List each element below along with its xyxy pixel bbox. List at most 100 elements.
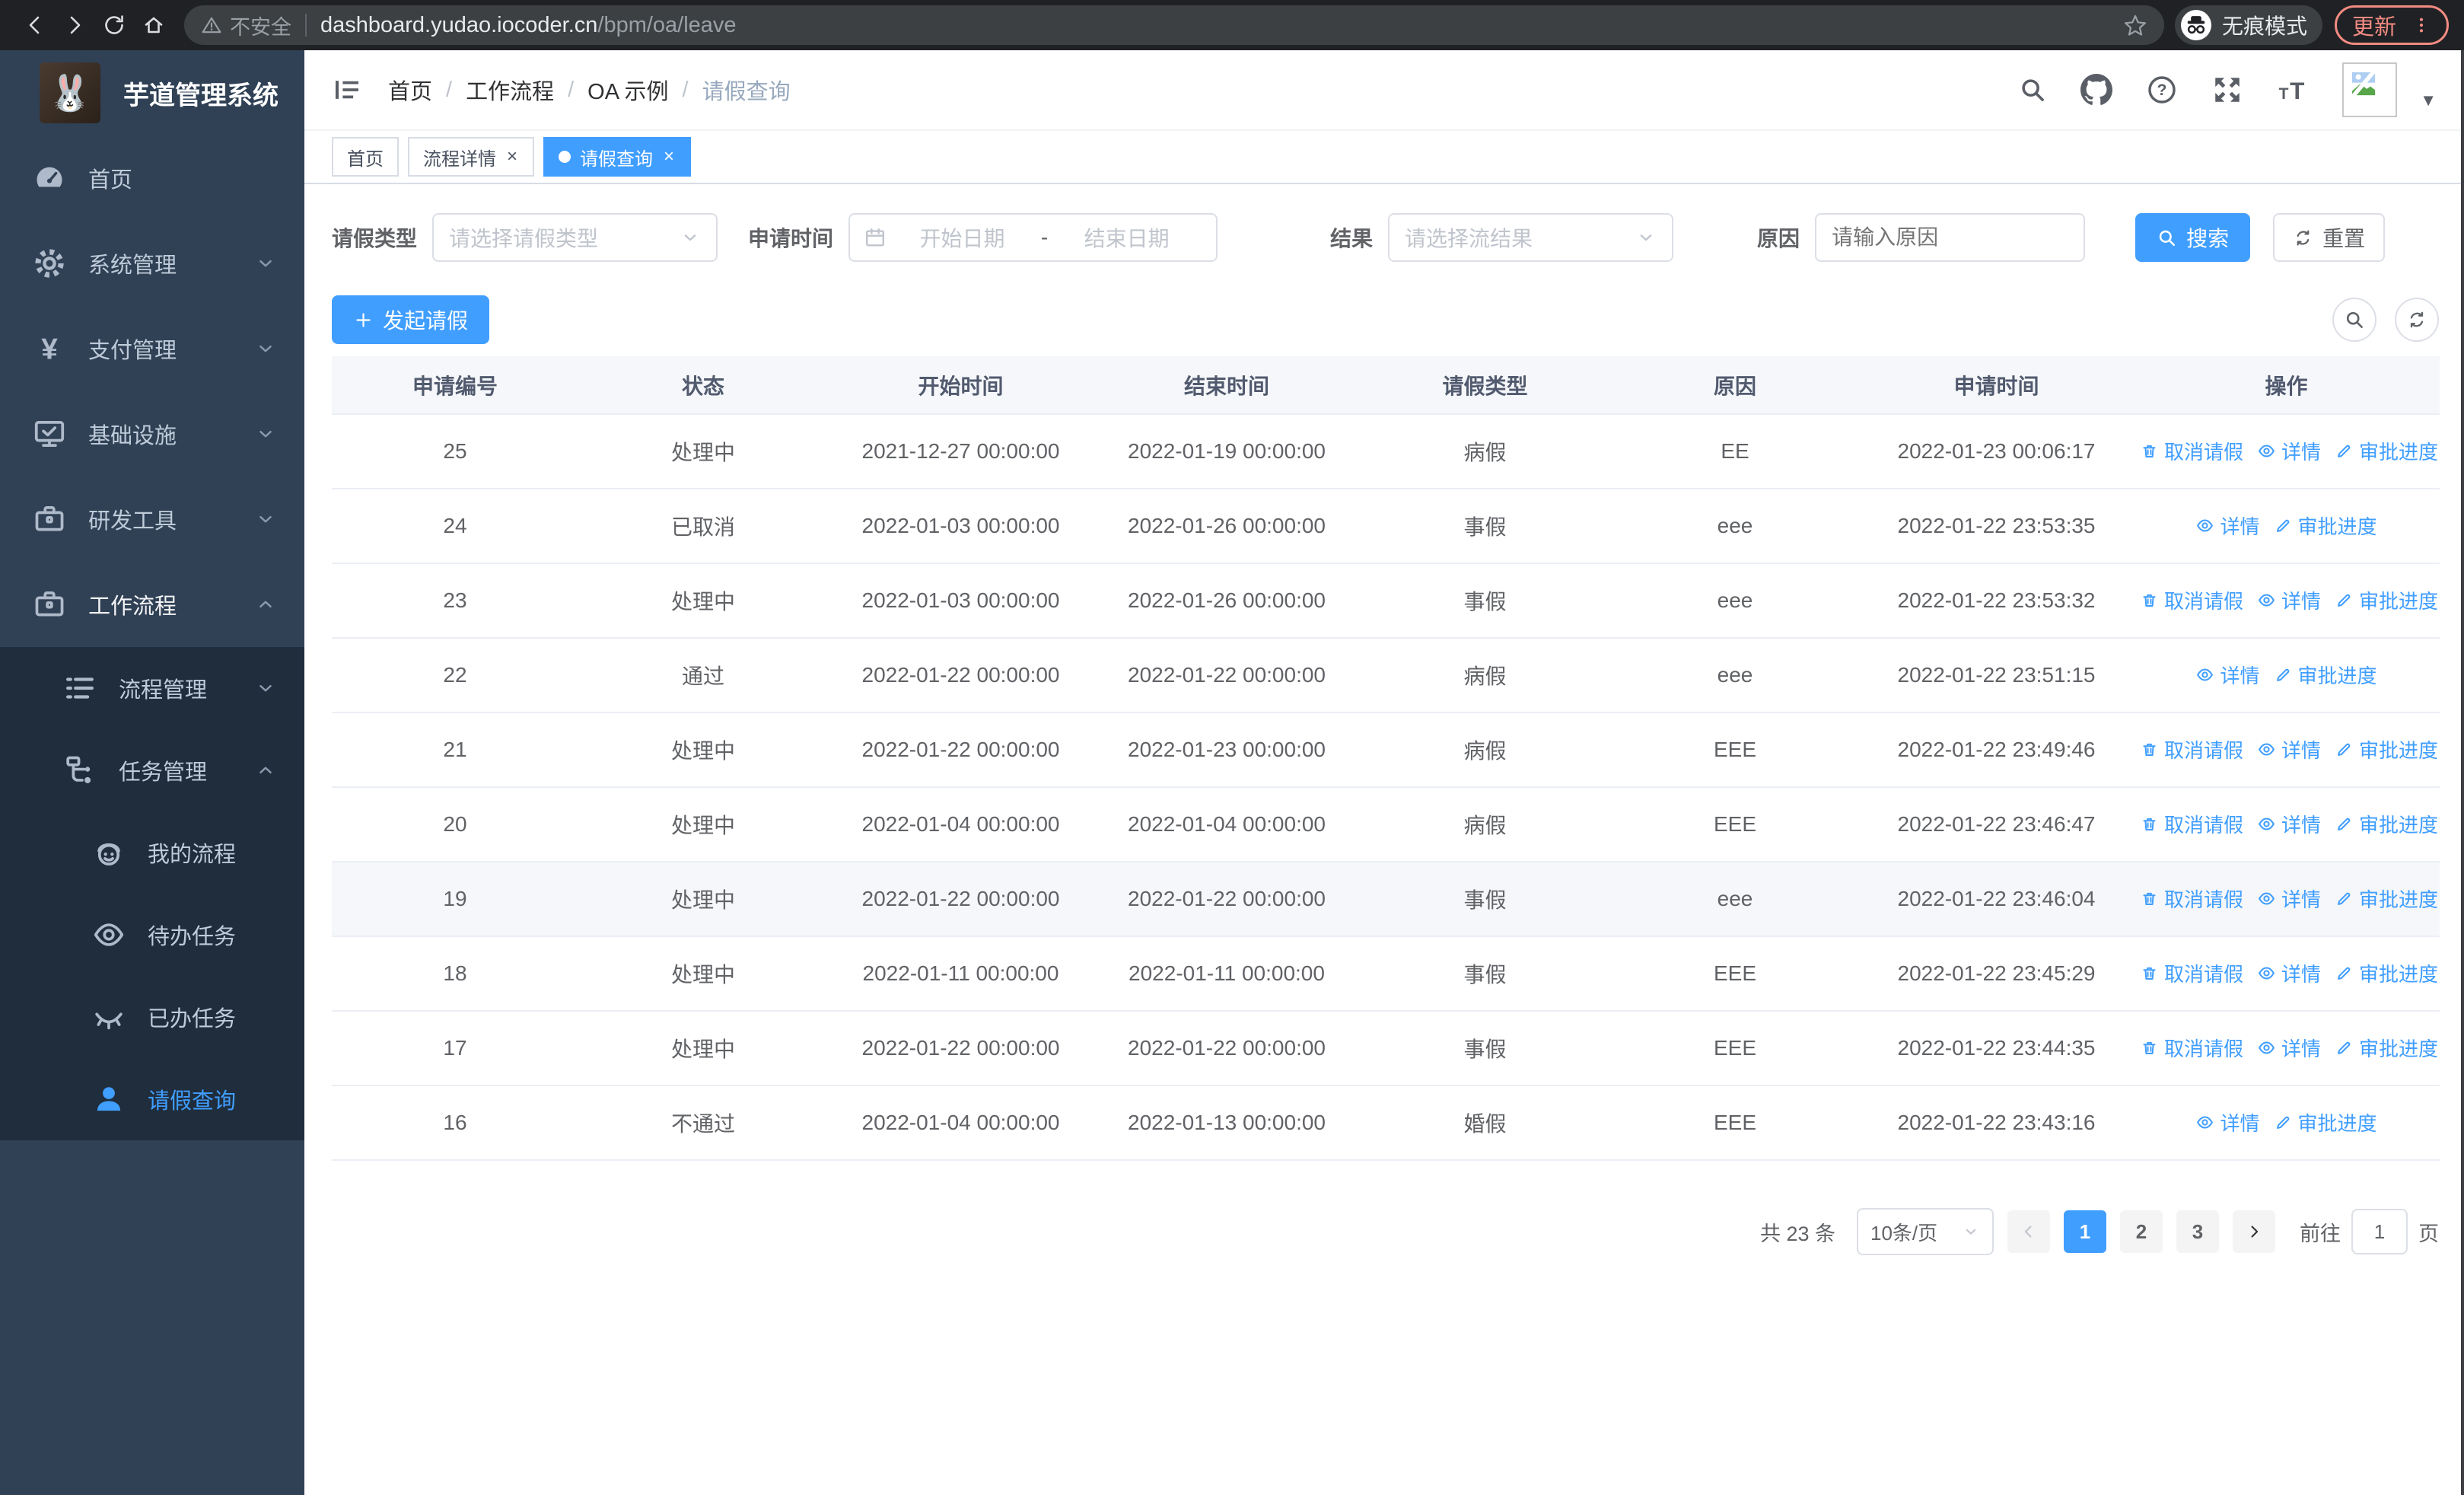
bookmark-star-icon[interactable] — [2123, 13, 2147, 37]
sidebar-item-system-management[interactable]: 系统管理 — [0, 221, 304, 306]
tab-process-detail[interactable]: 流程详情 × — [408, 137, 535, 177]
breadcrumb-item[interactable]: 工作流程 — [466, 74, 554, 106]
progress-link[interactable]: 审批进度 — [2335, 437, 2438, 465]
dashboard-icon — [32, 161, 67, 196]
sidebar-item-payment-management[interactable]: ¥ 支付管理 — [0, 306, 304, 391]
browser-reload-button[interactable] — [94, 5, 134, 45]
tab-close-icon[interactable]: × — [505, 146, 519, 167]
detail-link[interactable]: 详情 — [2257, 885, 2321, 913]
font-size-icon[interactable]: TT — [2277, 74, 2309, 106]
sidebar-item-process-management[interactable]: 流程管理 — [0, 647, 304, 729]
detail-link[interactable]: 详情 — [2257, 810, 2321, 838]
github-icon[interactable] — [2080, 74, 2113, 106]
detail-link[interactable]: 详情 — [2195, 512, 2260, 540]
cancel-leave-link[interactable]: 取消请假 — [2140, 1034, 2243, 1062]
cell-end_time: 2022-01-26 00:00:00 — [1094, 563, 1360, 639]
goto-page-input[interactable] — [2351, 1209, 2408, 1254]
detail-link[interactable]: 详情 — [2195, 1108, 2260, 1136]
cancel-leave-link[interactable]: 取消请假 — [2140, 586, 2243, 614]
detail-link[interactable]: 详情 — [2257, 437, 2321, 465]
cell-status: 处理中 — [578, 862, 828, 937]
detail-link[interactable]: 详情 — [2257, 586, 2321, 614]
action-label: 取消请假 — [2164, 590, 2244, 613]
page-button-3[interactable]: 3 — [2176, 1210, 2219, 1253]
sidebar-item-workflow[interactable]: 工作流程 — [0, 562, 304, 647]
cell-actions: 取消请假 详情 审批进度 — [2133, 1011, 2440, 1086]
apply-time-range-picker[interactable]: 开始日期 - 结束日期 — [848, 213, 1218, 262]
browser-forward-button[interactable] — [55, 5, 94, 45]
breadcrumb-item[interactable]: OA 示例 — [587, 74, 668, 106]
cell-status: 已取消 — [578, 489, 828, 564]
table-row: 20 处理中 2022-01-04 00:00:00 2022-01-04 00:00… — [332, 787, 2440, 862]
progress-link[interactable]: 审批进度 — [2274, 512, 2377, 540]
address-bar[interactable]: 不安全 dashboard.yudao.iocoder.cn/bpm/oa/le… — [184, 5, 2164, 45]
cell-id: 18 — [332, 936, 578, 1012]
page-button-1[interactable]: 1 — [2064, 1210, 2106, 1253]
edit-icon — [2335, 889, 2354, 908]
avatar[interactable] — [2342, 62, 2398, 117]
sidebar-collapse-icon[interactable] — [332, 75, 362, 105]
leave-type-select[interactable]: 请选择请假类型 — [432, 213, 718, 262]
search-icon[interactable] — [2018, 75, 2047, 104]
cancel-leave-link[interactable]: 取消请假 — [2140, 810, 2243, 838]
chevron-down-icon — [254, 508, 277, 531]
end-date-placeholder: 结束日期 — [1084, 227, 1170, 250]
sidebar-item-infrastructure[interactable]: 基础设施 — [0, 391, 304, 477]
sidebar-item-done-tasks[interactable]: 已办任务 — [0, 976, 304, 1058]
sidebar-item-dev-tools[interactable]: 研发工具 — [0, 477, 304, 562]
avatar-caret-down-icon[interactable]: ▼ — [2420, 69, 2437, 110]
fullscreen-icon[interactable] — [2211, 74, 2243, 106]
progress-link[interactable]: 审批进度 — [2335, 885, 2438, 913]
next-page-button[interactable] — [2233, 1210, 2275, 1253]
tab-close-icon[interactable]: × — [662, 146, 676, 167]
sidebar-item-home[interactable]: 首页 — [0, 135, 304, 221]
browser-home-button[interactable] — [134, 5, 173, 45]
progress-link[interactable]: 审批进度 — [2335, 735, 2438, 763]
progress-link[interactable]: 审批进度 — [2335, 1034, 2438, 1062]
progress-link[interactable]: 审批进度 — [2335, 586, 2438, 614]
reset-button-label: 重置 — [2322, 227, 2366, 250]
url-path: /bpm/oa/leave — [597, 12, 737, 37]
cancel-leave-link[interactable]: 取消请假 — [2140, 959, 2243, 987]
column-header: 操作 — [2133, 356, 2440, 415]
create-leave-button[interactable]: 发起请假 — [332, 295, 490, 344]
cell-status: 处理中 — [578, 1011, 828, 1086]
browser-menu-icon[interactable] — [2411, 14, 2431, 37]
cancel-leave-link[interactable]: 取消请假 — [2140, 885, 2243, 913]
cell-apply_time: 2022-01-22 23:53:35 — [1860, 489, 2133, 564]
tab-home[interactable]: 首页 — [332, 137, 399, 177]
browser-update-button[interactable]: 更新 — [2334, 5, 2449, 45]
detail-link[interactable]: 详情 — [2257, 735, 2321, 763]
sidebar-item-task-management[interactable]: 任务管理 — [0, 729, 304, 811]
prev-page-button[interactable] — [2007, 1210, 2050, 1253]
page-size-select[interactable]: 10条/页 — [1857, 1208, 1994, 1255]
detail-link[interactable]: 详情 — [2195, 661, 2260, 689]
not-secure-label: 不安全 — [230, 15, 291, 39]
toggle-search-button[interactable] — [2332, 298, 2376, 342]
eye-off-icon — [91, 999, 126, 1034]
reason-input[interactable] — [1815, 213, 2086, 262]
sidebar-item-todo-tasks[interactable]: 待办任务 — [0, 894, 304, 976]
result-placeholder: 请选择流结果 — [1405, 227, 1533, 250]
progress-link[interactable]: 审批进度 — [2274, 1108, 2377, 1136]
progress-link[interactable]: 审批进度 — [2335, 959, 2438, 987]
help-icon[interactable]: ? — [2146, 74, 2178, 106]
search-button[interactable]: 搜索 — [2135, 213, 2251, 262]
reset-button[interactable]: 重置 — [2273, 213, 2386, 262]
detail-link[interactable]: 详情 — [2257, 1034, 2321, 1062]
result-select[interactable]: 请选择流结果 — [1388, 213, 1674, 262]
refresh-table-button[interactable] — [2395, 298, 2439, 342]
browser-back-button[interactable] — [15, 5, 55, 45]
detail-link[interactable]: 详情 — [2257, 959, 2321, 987]
progress-link[interactable]: 审批进度 — [2274, 661, 2377, 689]
page-button-2[interactable]: 2 — [2120, 1210, 2163, 1253]
tab-leave-query[interactable]: 请假查询 × — [543, 137, 692, 177]
app-logo[interactable]: 🐰 芋道管理系统 — [0, 50, 304, 135]
sidebar-item-my-process[interactable]: 我的流程 — [0, 811, 304, 894]
sidebar-item-leave-query[interactable]: 请假查询 — [0, 1058, 304, 1140]
cancel-leave-link[interactable]: 取消请假 — [2140, 735, 2243, 763]
tags-bar: 首页 流程详情 × 请假查询 × — [304, 129, 2464, 184]
progress-link[interactable]: 审批进度 — [2335, 810, 2438, 838]
breadcrumb-item[interactable]: 首页 — [388, 74, 432, 106]
cancel-leave-link[interactable]: 取消请假 — [2140, 437, 2243, 465]
